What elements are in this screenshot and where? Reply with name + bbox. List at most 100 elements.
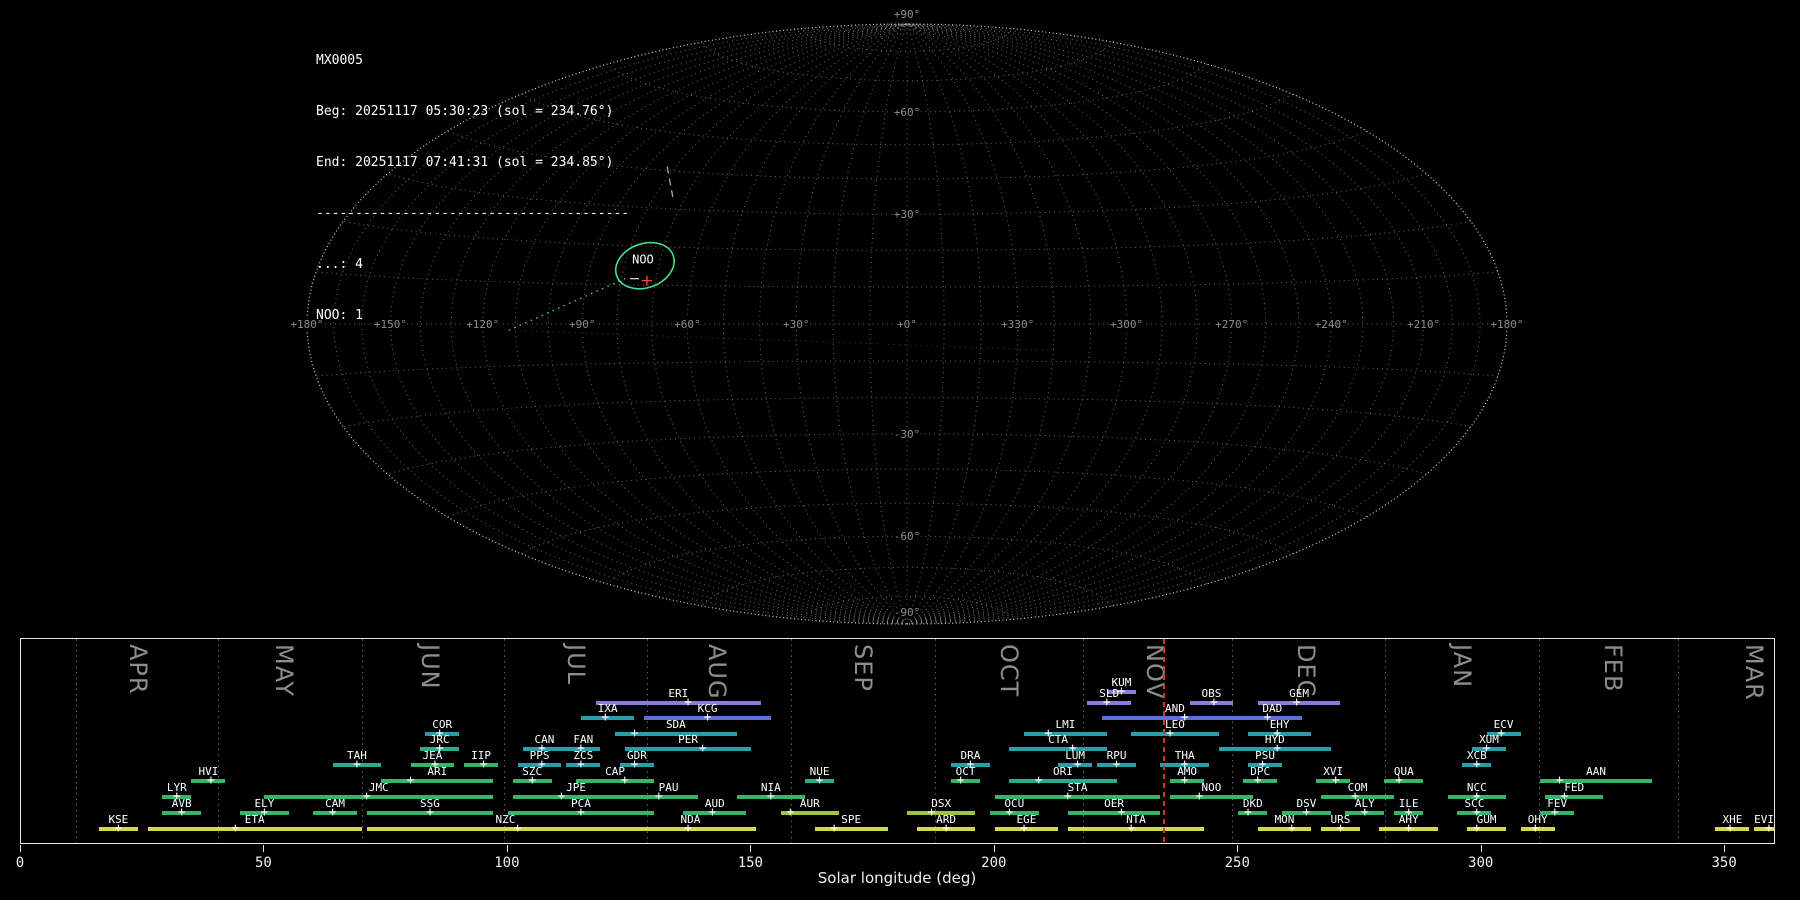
shower-code-label: ARI: [427, 766, 447, 777]
shower-peak-marker: +: [480, 758, 488, 771]
month-label: MAR: [1742, 644, 1766, 701]
shower-peak-marker: +: [329, 806, 337, 819]
latitude-label: -90°: [894, 606, 921, 619]
x-tick: [994, 845, 995, 852]
shower-code-label: LMI: [1055, 719, 1075, 730]
shower-peak-marker: +: [1337, 822, 1345, 835]
shower-peak-marker: +: [1302, 806, 1310, 819]
month-label: AUG: [705, 644, 729, 700]
shower-bar: [1238, 811, 1267, 815]
x-tick-label: 0: [16, 855, 24, 871]
x-tick-label: 100: [494, 855, 519, 871]
month-label: APR: [126, 644, 150, 695]
shower-peak-marker: +: [577, 758, 585, 771]
x-tick: [750, 845, 751, 852]
shower-peak-marker: +: [1005, 806, 1013, 819]
x-tick-label: 50: [255, 855, 272, 871]
longitude-label: +330°: [1001, 318, 1034, 331]
x-tick: [263, 845, 264, 852]
month-label: MAY: [272, 644, 296, 697]
shower-peak-marker: +: [1556, 774, 1564, 787]
shower-bar: [596, 701, 762, 705]
x-tick: [20, 845, 21, 852]
month-boundary-line: [1385, 639, 1386, 843]
shower-peak-marker: +: [1181, 774, 1189, 787]
shower-bar: [148, 827, 362, 831]
shower-code-label: SPE: [841, 814, 861, 825]
shower-peak-marker: +: [942, 822, 950, 835]
month-boundary-line: [1232, 639, 1233, 843]
shower-peak-marker: +: [114, 822, 122, 835]
shower-bar: [381, 779, 493, 783]
shower-peak-marker: +: [577, 806, 585, 819]
shower-peak-marker: +: [601, 711, 609, 724]
shower-bar: [1258, 827, 1312, 831]
shower-peak-marker: +: [957, 774, 965, 787]
current-sol-line: [1163, 639, 1165, 843]
shower-peak-marker: +: [631, 727, 639, 740]
shower-code-label: ORI: [1053, 766, 1073, 777]
month-boundary-line: [362, 639, 363, 843]
shower-peak-marker: +: [1332, 774, 1340, 787]
month-label: OCT: [997, 644, 1021, 697]
meridian-line: [907, 24, 1232, 624]
shower-bar: [1009, 747, 1106, 751]
longitude-label: +60°: [674, 318, 701, 331]
shower-peak-marker: +: [928, 806, 936, 819]
shower-peak-marker: +: [1551, 806, 1559, 819]
x-axis-label: Solar longitude (deg): [818, 869, 976, 887]
header-separator: ----------------------------------------: [316, 205, 629, 222]
shower-bar: [1068, 827, 1204, 831]
longitude-label: +180°: [1490, 318, 1523, 331]
x-tick: [507, 845, 508, 852]
parallel-line: [521, 503, 1292, 554]
shower-peak-marker: +: [1395, 774, 1403, 787]
shower-peak-marker: +: [1210, 696, 1218, 709]
shower-peak-marker: +: [816, 774, 824, 787]
meridian-line: [907, 24, 1197, 624]
sky-map: NOO+180°+150°+120°+90°+60°+30°+0°+330°+3…: [0, 0, 1800, 655]
shower-peak-marker: +: [684, 822, 692, 835]
month-label: JUN: [418, 644, 442, 690]
month-boundary-line: [218, 639, 219, 843]
x-tick-label: 200: [981, 855, 1006, 871]
dashed-arc-mark: [667, 167, 673, 202]
x-tick-label: 150: [738, 855, 763, 871]
shower-code-label: CTA: [1048, 734, 1068, 745]
month-boundary-line: [1678, 639, 1679, 843]
latitude-label: -60°: [894, 530, 921, 543]
shower-peak-marker: +: [231, 822, 239, 835]
shower-peak-marker: +: [631, 758, 639, 771]
shower-bar: [951, 779, 980, 783]
meteor-observation-plot: NOO+180°+150°+120°+90°+60°+30°+0°+330°+3…: [0, 0, 1800, 900]
shower-peak-marker: +: [1405, 822, 1413, 835]
shower-peak-marker: +: [1254, 774, 1262, 787]
shower-peak-marker: +: [1074, 758, 1082, 771]
latitude-label: +90°: [894, 8, 921, 21]
shower-peak-marker: +: [621, 774, 629, 787]
shower-bar: [815, 827, 888, 831]
shower-peak-marker: +: [178, 806, 186, 819]
shower-peak-marker: +: [1765, 822, 1773, 835]
shower-peak-marker: +: [655, 790, 663, 803]
shower-peak-marker: +: [407, 774, 415, 787]
shower-peak-marker: +: [704, 711, 712, 724]
shower-peak-marker: +: [1473, 822, 1481, 835]
longitude-label: +30°: [783, 318, 810, 331]
longitude-label: +270°: [1215, 318, 1248, 331]
shower-peak-marker: +: [353, 758, 361, 771]
meridian-line: [796, 24, 907, 624]
month-boundary-line: [76, 639, 77, 843]
shower-code-label: AAN: [1586, 766, 1606, 777]
shower-peak-marker: +: [1726, 822, 1734, 835]
end-time-line: End: 20251117 07:41:31 (sol = 234.85°): [316, 154, 629, 171]
station-id: MX0005: [316, 52, 629, 69]
month-label: FEB: [1601, 644, 1625, 692]
x-tick: [1481, 845, 1482, 852]
shower-bar: [367, 827, 645, 831]
shower-peak-marker: +: [426, 806, 434, 819]
shower-peak-marker: +: [1113, 758, 1121, 771]
longitude-label: +300°: [1110, 318, 1143, 331]
shower-peak-marker: +: [514, 822, 522, 835]
begin-time-line: Beg: 20251117 05:30:23 (sol = 234.76°): [316, 103, 629, 120]
